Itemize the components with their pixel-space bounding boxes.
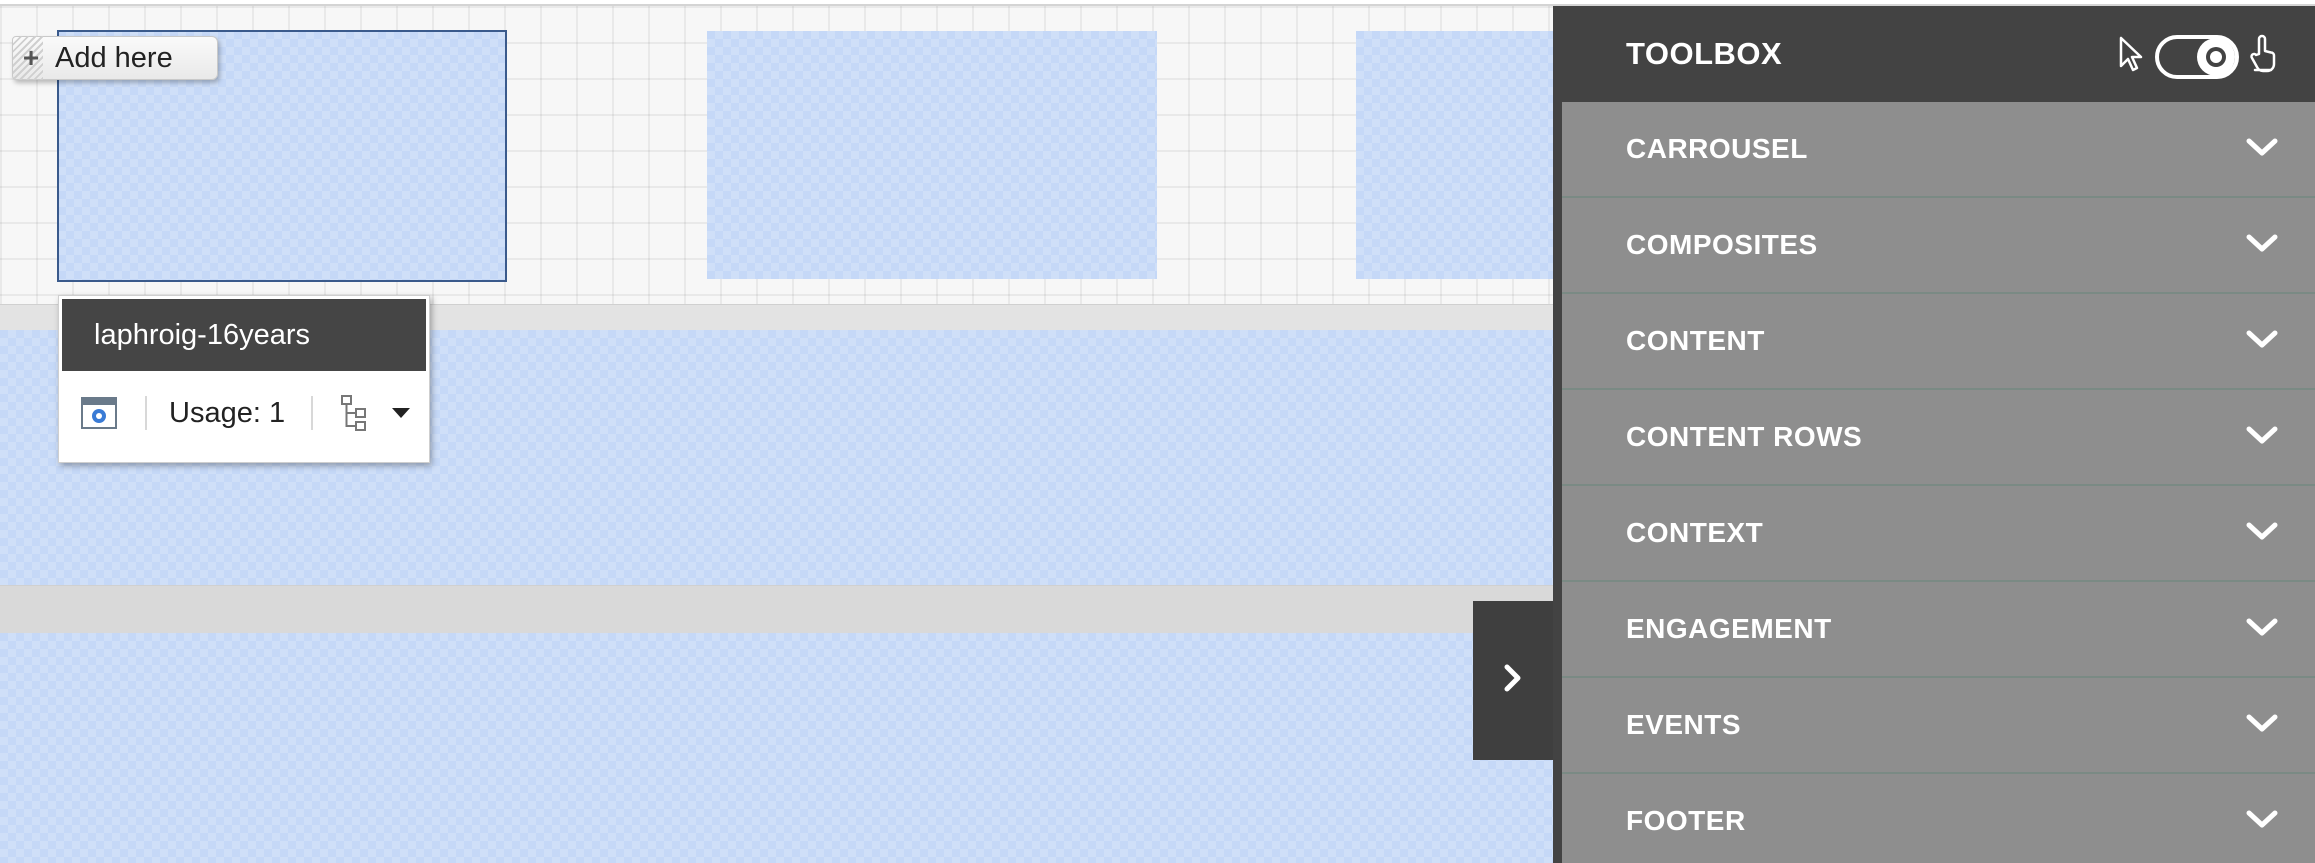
chevron-right-icon (1502, 661, 1524, 700)
toolbox-item-label: CONTENT (1626, 325, 1765, 356)
chevron-down-icon (2246, 522, 2278, 540)
chevron-down-icon (2246, 618, 2278, 636)
toolbox-item-composites[interactable]: COMPOSITES (1562, 198, 2315, 294)
row-divider (0, 585, 1553, 635)
usage-count: Usage: 1 (169, 396, 286, 429)
toolbox-item-label: CONTENT ROWS (1626, 421, 1863, 452)
separator (311, 396, 314, 430)
add-here-button[interactable]: + Add here (12, 36, 218, 80)
content-row-2[interactable] (0, 633, 1553, 863)
component-name: laphroig-16years (62, 299, 426, 371)
toolbox-title: TOOLBOX (1626, 36, 1783, 71)
chevron-down-icon (2246, 426, 2278, 444)
toolbox-panel: TOOLBOX CARROUSEL COMPOSITES CONTENT CON… (1553, 6, 2315, 863)
toolbox-item-label: COMPOSITES (1626, 229, 1818, 260)
toolbox-item-label: CARROUSEL (1626, 133, 1808, 164)
chevron-down-icon (2246, 138, 2278, 156)
touch-hand-icon[interactable] (2249, 34, 2279, 79)
chevron-down-icon (2246, 714, 2278, 732)
popup-toolbar: Usage: 1 (59, 388, 429, 438)
mouse-pointer-icon[interactable] (2117, 35, 2145, 78)
toolbox-item-label: ENGAGEMENT (1626, 613, 1832, 644)
toolbox-item-content[interactable]: CONTENT (1562, 294, 2315, 390)
component-popup: laphroig-16years Usage: 1 (58, 295, 430, 463)
add-here-label: Add here (55, 41, 173, 74)
toolbox-item-events[interactable]: EVENTS (1562, 678, 2315, 774)
drag-grip-icon[interactable]: + (13, 36, 43, 80)
settings-window-icon[interactable] (79, 393, 119, 433)
caret-down-icon[interactable] (389, 401, 413, 425)
page-canvas: + Add here laphroig-16years Usage: 1 (0, 6, 1553, 863)
toolbox-item-content-rows[interactable]: CONTENT ROWS (1562, 390, 2315, 486)
toolbox-item-footer[interactable]: FOOTER (1562, 774, 2315, 863)
toolbox-item-engagement[interactable]: ENGAGEMENT (1562, 582, 2315, 678)
slot-3[interactable] (1356, 31, 1553, 279)
toolbox-item-label: EVENTS (1626, 709, 1742, 740)
slot-2[interactable] (707, 31, 1157, 279)
chevron-down-icon (2246, 810, 2278, 828)
mode-toggle[interactable] (2155, 34, 2239, 79)
toolbox-item-carrousel[interactable]: CARROUSEL (1562, 102, 2315, 198)
hierarchy-icon[interactable] (339, 393, 369, 433)
toolbox-item-context[interactable]: CONTEXT (1562, 486, 2315, 582)
chevron-down-icon (2246, 234, 2278, 252)
plus-icon: + (22, 42, 40, 73)
mode-switch (2117, 34, 2279, 79)
chevron-down-icon (2246, 330, 2278, 348)
toolbox-item-label: CONTEXT (1626, 517, 1764, 548)
toolbox-categories: CARROUSEL COMPOSITES CONTENT CONTENT ROW… (1562, 102, 2315, 863)
toolbox-header: TOOLBOX (1553, 6, 2315, 102)
toolbox-item-label: FOOTER (1626, 805, 1746, 836)
separator (145, 396, 147, 430)
collapse-toolbox-button[interactable] (1473, 601, 1553, 760)
